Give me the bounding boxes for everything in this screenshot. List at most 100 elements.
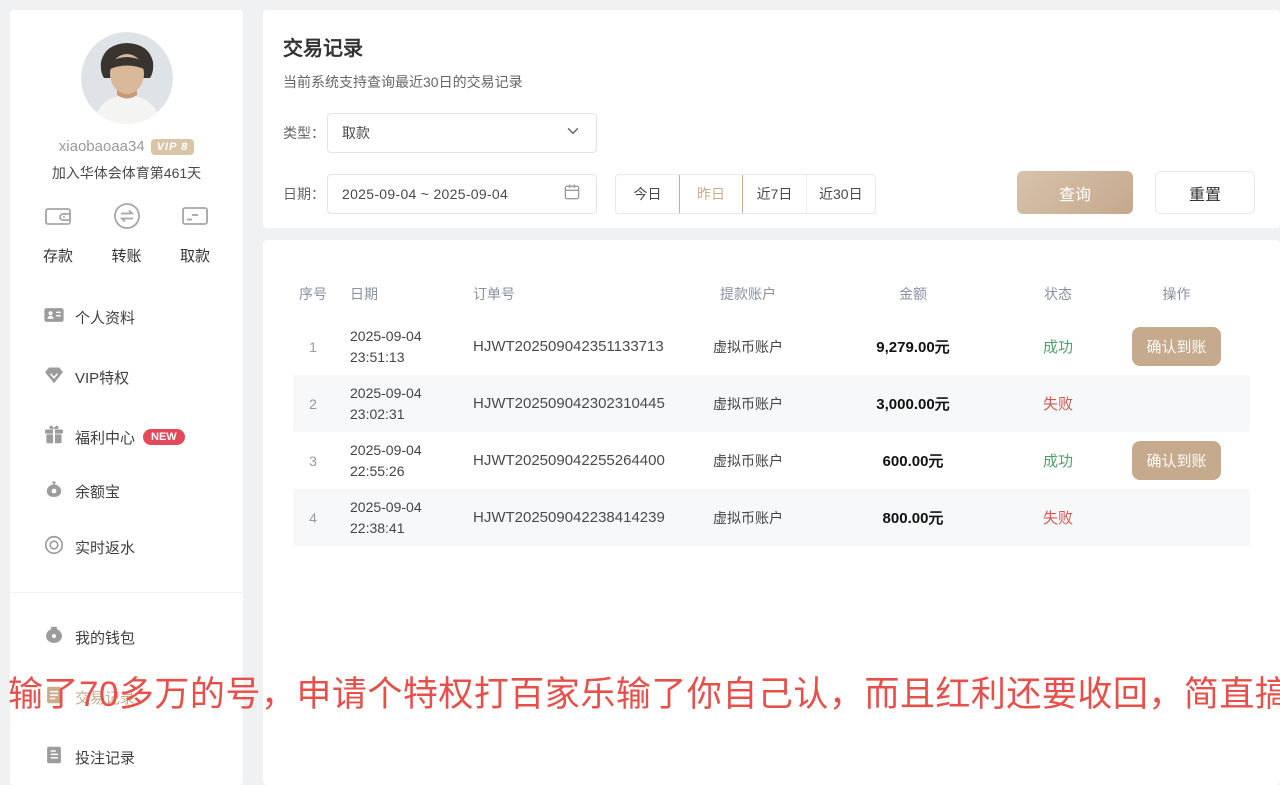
sidebar-item-wallet[interactable]: 我的钱包 <box>10 617 243 657</box>
transfer-label: 转账 <box>111 245 141 266</box>
cell-date: 2025-09-04 23:51:13 <box>333 326 468 367</box>
confirm-received-button[interactable]: 确认到账 <box>1132 441 1220 480</box>
withdraw-label: 取款 <box>180 245 210 266</box>
date-range-value: 2025-09-04 ~ 2025-09-04 <box>342 186 562 202</box>
sidebar-item-label: 余额宝 <box>75 481 120 502</box>
sidebar-item-transactions[interactable]: 交易记录 <box>10 677 243 717</box>
cell-account: 虚拟币账户 <box>683 337 813 357</box>
type-label: 类型： <box>283 123 327 143</box>
gift-icon <box>43 424 65 451</box>
time-line: 23:51:13 <box>350 347 468 367</box>
cell-no: 1 <box>293 339 333 355</box>
date-label: 日期： <box>283 184 327 204</box>
range-30days-button[interactable]: 近30日 <box>807 175 875 213</box>
sidebar-item-label: 投注记录 <box>75 747 135 768</box>
range-yesterday-button[interactable]: 昨日 <box>679 174 743 214</box>
withdraw-button[interactable]: 取款 <box>165 200 225 266</box>
profile-sidebar: xiaobaoaa34 VIP 8 加入华体会体育第461天 存款 <box>10 10 243 785</box>
table-header-row: 序号 日期 订单号 提款账户 金额 状态 操作 <box>293 270 1250 318</box>
query-button[interactable]: 查询 <box>1017 171 1133 214</box>
cell-amount: 600.00元 <box>813 450 1013 471</box>
deposit-label: 存款 <box>43 245 73 266</box>
transfer-icon <box>111 200 143 237</box>
sidebar-item-label: 实时返水 <box>75 537 135 558</box>
page-title: 交易记录 <box>283 32 363 61</box>
wallet-icon <box>42 200 74 237</box>
username: xiaobaoaa34 <box>59 138 145 155</box>
date-line: 2025-09-04 <box>350 383 468 403</box>
cell-order: HJWT202509042255264400 <box>468 452 683 469</box>
avatar <box>81 32 173 124</box>
cell-order: HJWT202509042351133713 <box>468 338 683 355</box>
date-line: 2025-09-04 <box>350 497 468 517</box>
cell-no: 3 <box>293 453 333 469</box>
sidebar-item-label: 个人资料 <box>75 307 135 328</box>
sidebar-item-benefits[interactable]: 福利中心 NEW <box>10 417 243 457</box>
type-select-value: 取款 <box>342 123 564 143</box>
vip-badge: VIP 8 <box>151 139 195 155</box>
new-badge: NEW <box>143 429 185 445</box>
cell-amount: 3,000.00元 <box>813 393 1013 414</box>
status-badge: 成功 <box>1013 450 1103 471</box>
cell-date: 2025-09-04 22:55:26 <box>333 440 468 481</box>
sidebar-item-profile[interactable]: 个人资料 <box>10 297 243 337</box>
reset-button[interactable]: 重置 <box>1155 171 1255 214</box>
header-status: 状态 <box>1013 284 1103 304</box>
time-line: 22:55:26 <box>350 461 468 481</box>
header-order: 订单号 <box>468 284 683 304</box>
cell-date: 2025-09-04 22:38:41 <box>333 497 468 538</box>
range-7days-button[interactable]: 近7日 <box>743 175 807 213</box>
cell-amount: 800.00元 <box>813 507 1013 528</box>
id-card-icon <box>43 304 65 331</box>
sidebar-item-label: VIP特权 <box>75 367 129 388</box>
cell-amount: 9,279.00元 <box>813 336 1013 357</box>
table-row: 3 2025-09-04 22:55:26 HJWT20250904225526… <box>293 432 1250 489</box>
status-badge: 失败 <box>1013 393 1103 414</box>
date-range-input[interactable]: 2025-09-04 ~ 2025-09-04 <box>327 174 597 214</box>
cell-order: HJWT202509042238414239 <box>468 509 683 526</box>
table-row: 1 2025-09-04 23:51:13 HJWT20250904235113… <box>293 318 1250 375</box>
header-action: 操作 <box>1103 284 1250 304</box>
quick-actions: 存款 转账 取款 <box>28 200 225 266</box>
sidebar-item-yuebao[interactable]: 余额宝 <box>10 471 243 511</box>
date-line: 2025-09-04 <box>350 326 468 346</box>
time-line: 22:38:41 <box>350 518 468 538</box>
sidebar-item-bets[interactable]: 投注记录 <box>10 737 243 777</box>
sidebar-divider <box>10 592 243 593</box>
status-badge: 成功 <box>1013 336 1103 357</box>
sidebar-item-label: 交易记录 <box>75 687 135 708</box>
page-subtitle: 当前系统支持查询最近30日的交易记录 <box>283 72 523 92</box>
header-amount: 金额 <box>813 284 1013 304</box>
sidebar-item-label: 我的钱包 <box>75 627 135 648</box>
header-date: 日期 <box>333 284 468 304</box>
transfer-button[interactable]: 转账 <box>97 200 157 266</box>
rebate-icon <box>43 534 65 561</box>
cell-account: 虚拟币账户 <box>683 394 813 414</box>
cell-no: 4 <box>293 510 333 526</box>
table-row: 2 2025-09-04 23:02:31 HJWT20250904230231… <box>293 375 1250 432</box>
purse-icon <box>43 624 65 651</box>
cell-account: 虚拟币账户 <box>683 451 813 471</box>
sidebar-item-vip[interactable]: VIP特权 <box>10 357 243 397</box>
transaction-record-icon <box>43 684 65 711</box>
bet-record-icon <box>43 744 65 771</box>
range-today-button[interactable]: 今日 <box>616 175 680 213</box>
status-badge: 失败 <box>1013 507 1103 528</box>
records-table: 序号 日期 订单号 提款账户 金额 状态 操作 1 2025-09-04 23:… <box>293 270 1250 546</box>
date-line: 2025-09-04 <box>350 440 468 460</box>
join-days-text: 加入华体会体育第461天 <box>10 163 243 183</box>
sidebar-item-label: 福利中心 <box>75 427 135 448</box>
calendar-icon[interactable] <box>562 182 582 207</box>
deposit-button[interactable]: 存款 <box>28 200 88 266</box>
table-row: 4 2025-09-04 22:38:41 HJWT20250904223841… <box>293 489 1250 546</box>
quick-range-group: 今日 昨日 近7日 近30日 <box>615 174 876 214</box>
diamond-icon <box>43 364 65 391</box>
records-panel: 序号 日期 订单号 提款账户 金额 状态 操作 1 2025-09-04 23:… <box>263 240 1280 785</box>
sidebar-item-rebate[interactable]: 实时返水 <box>10 527 243 567</box>
confirm-received-button[interactable]: 确认到账 <box>1132 327 1220 366</box>
type-select[interactable]: 取款 <box>327 113 597 153</box>
bank-card-icon <box>179 200 211 237</box>
cell-order: HJWT202509042302310445 <box>468 395 683 412</box>
cell-date: 2025-09-04 23:02:31 <box>333 383 468 424</box>
time-line: 23:02:31 <box>350 404 468 424</box>
